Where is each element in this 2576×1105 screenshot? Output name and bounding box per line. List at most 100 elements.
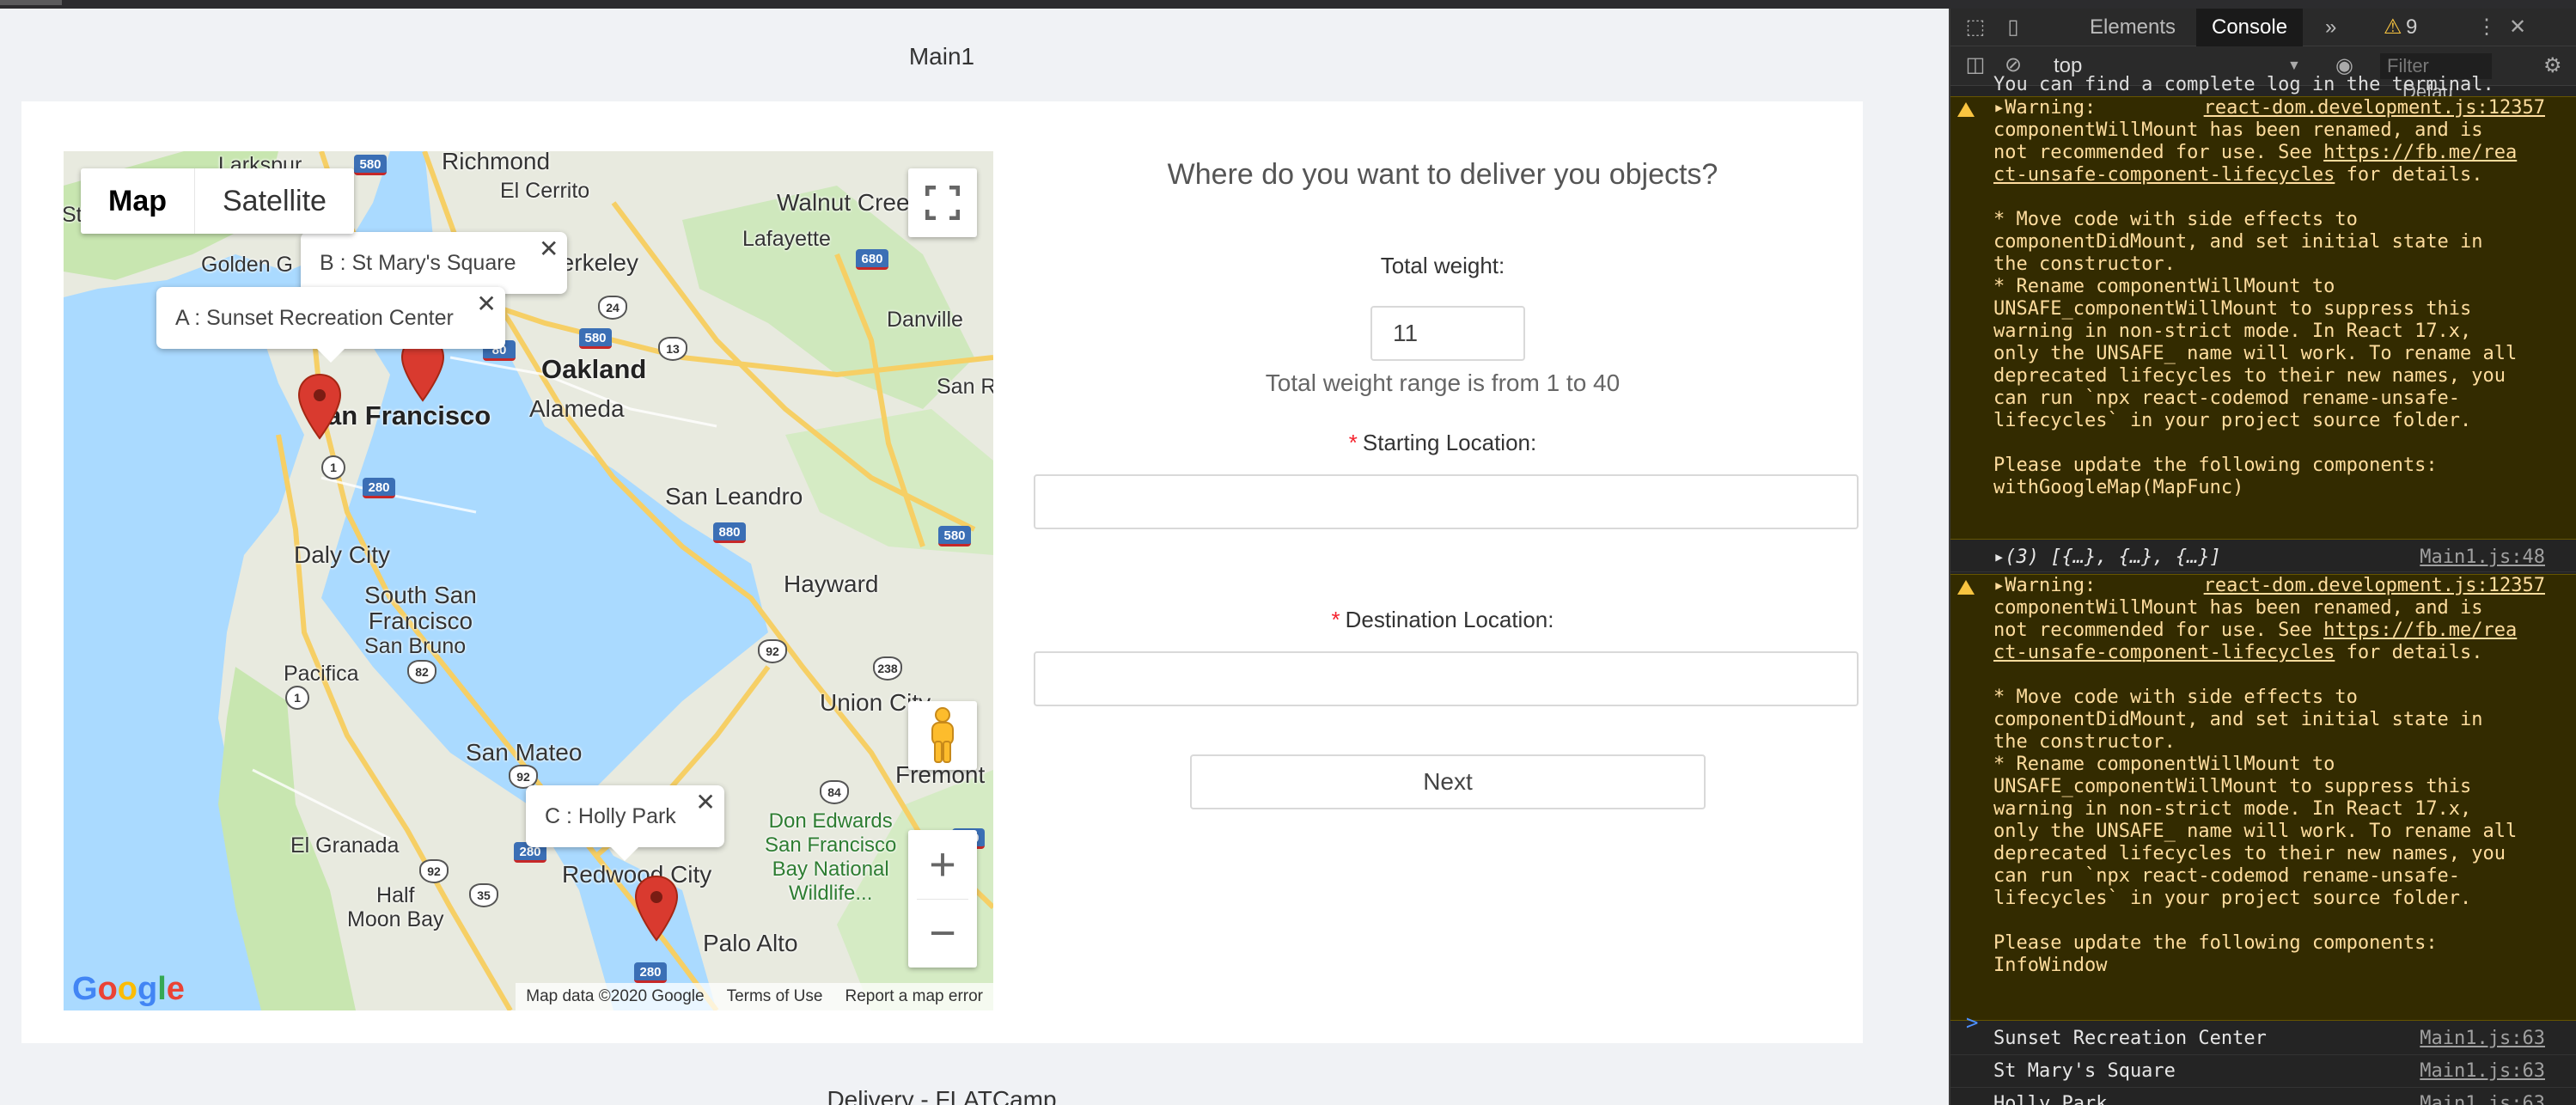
zoom-out-button[interactable]: − [908,900,977,968]
console-log-array[interactable]: ▸(3) [{…}, {…}, {…}] Main1.js:48 [1950,541,2576,572]
next-button[interactable]: Next [1190,754,1706,809]
destination-location-label: * Destination Location: [1027,607,1859,633]
source-link[interactable]: Main1.js:63 [2420,1060,2545,1083]
map-type-map-button[interactable]: Map [81,168,195,234]
console-output: You can find a complete log in the termi… [1950,74,2576,1105]
map-label-half-moon-bay: Half Moon Bay [347,883,444,931]
map-label-san-ramon: San Ra [937,375,993,399]
warning-body: ▸Warning: componentWillMount has been re… [1993,97,2517,499]
label-colon: : [1547,607,1554,632]
google-map[interactable]: Larkspur Richmond El Cerrito Walnut Cree… [64,151,993,1010]
map-label-palo-alto: Palo Alto [703,930,798,956]
total-weight-input[interactable]: 11 [1370,306,1525,361]
console-warning[interactable]: ▸Warning: componentWillMount has been re… [1950,574,2576,1021]
inspect-element-icon[interactable]: ⬚ [1963,15,1988,40]
required-mark: * [1348,430,1358,455]
expand-arrow-icon[interactable]: ▸ [1993,97,2005,119]
warning-count[interactable]: 9 [2406,9,2417,46]
weight-range-hint: Total weight range is from 1 to 40 [1265,369,1621,396]
console-log[interactable]: Holly Park Main1.js:63 [1950,1088,2576,1105]
warning-text: * Move code with side effects to compone… [1993,687,2518,976]
form-title: Where do you want to deliver you objects… [1167,158,1718,191]
console-log[interactable]: St Mary's Square Main1.js:63 [1950,1055,2576,1088]
tab-indicator [0,0,62,5]
highway-shield: 580 [354,155,387,175]
app-page: Main1 Larkspur Richmond El Cerrito Walnu… [0,9,1949,1105]
main-card: Larkspur Richmond El Cerrito Walnut Cree… [21,101,1863,1043]
highway-shield: 82 [407,660,436,684]
report-map-error-link[interactable]: Report a map error [845,983,983,1010]
destination-location-input[interactable] [1034,651,1859,706]
terms-of-use-link[interactable]: Terms of Use [727,983,823,1010]
devtools-panel: ⬚ ▯ Elements Console » ⚠ 9 ⋮ ✕ ◫ ⊘ top ▼… [1949,9,2576,1105]
device-toolbar-icon[interactable]: ▯ [2000,15,2026,40]
map-label-san-francisco: an Francisco [327,400,491,430]
highway-shield: 280 [634,962,667,983]
source-link[interactable]: Main1.js:63 [2420,1028,2545,1050]
tab-console[interactable]: Console [2196,9,2304,46]
close-icon[interactable]: ✕ [539,232,559,266]
map-label-san-leandro: San Leandro [665,483,803,510]
map-marker-a-icon[interactable] [297,373,342,440]
source-link[interactable]: Main1.js:48 [2420,546,2545,569]
console-prompt[interactable]: > [1966,1010,1978,1035]
map-type-satellite-button[interactable]: Satellite [195,168,354,234]
map-label-hayward: Hayward [784,571,879,597]
tab-elements[interactable]: Elements [2074,9,2191,46]
highway-shield: 84 [820,780,849,804]
kebab-menu-icon[interactable]: ⋮ [2476,9,2497,46]
close-icon[interactable]: ✕ [476,287,496,321]
more-tabs-button[interactable]: » [2318,9,2343,46]
source-link[interactable]: Main1.js:63 [2420,1093,2545,1105]
log-text: ▸(3) [{…}, {…}, {…}] [1993,546,2221,569]
label-text: Destination Location [1345,607,1548,632]
warning-prefix: Warning: [2005,575,2097,596]
zoom-in-button[interactable]: + [908,830,977,899]
expand-arrow-icon[interactable]: ▸ [1993,546,2005,568]
map-label-daly-city: Daly City [294,541,391,568]
highway-shield: 92 [758,639,787,663]
highway-shield: 580 [938,526,971,546]
map-label-alameda: Alameda [529,395,625,422]
info-window-label: A : Sunset Recreation Center [175,306,454,330]
map-marker-c-icon[interactable] [634,875,679,942]
label-colon: : [1499,253,1505,278]
map-label-san-mateo: San Mateo [466,739,583,766]
map-label-san-bruno: San Bruno [364,634,467,658]
warning-text: for details. [2335,164,2483,186]
sidebar-toggle-icon[interactable]: ◫ [1963,53,1988,77]
google-logo: Google [72,971,185,1007]
warning-body: ▸Warning: componentWillMount has been re… [1993,575,2517,977]
info-window-label: C : Holly Park [545,804,676,828]
highway-shield: 24 [598,296,627,320]
map-type-control: Map Satellite [81,168,354,234]
map-label-richmond: Richmond [442,151,551,174]
highway-shield: 680 [856,249,888,270]
highway-shield: 880 [713,522,746,543]
highway-shield: 35 [469,883,498,907]
label-colon: : [1530,430,1537,455]
source-link[interactable]: react-dom.development.js:12357 [2204,575,2545,597]
map-label-oakland: Oakland [541,354,647,384]
page-title: Main1 [908,43,975,70]
expand-arrow-icon[interactable]: ▸ [1993,575,2005,596]
map-label-el-granada: El Granada [290,833,400,858]
log-text: St Mary's Square [1993,1060,2176,1082]
fullscreen-button[interactable] [908,168,977,237]
log-text: Sunset Recreation Center [1993,1028,2267,1049]
close-devtools-icon[interactable]: ✕ [2509,9,2526,46]
street-view-pegman-button[interactable] [908,701,977,770]
plus-icon: + [929,838,956,890]
starting-location-input[interactable] [1034,474,1859,529]
info-window-b: B : St Mary's Square ✕ [301,232,568,308]
info-window-a: A : Sunset Recreation Center ✕ [156,287,505,363]
close-icon[interactable]: ✕ [695,785,715,820]
console-log[interactable]: Sunset Recreation Center Main1.js:63 [1950,1023,2576,1055]
highway-shield: 1 [321,455,345,479]
map-attribution: Map data ©2020 Google Terms of Use Repor… [516,983,993,1010]
source-link[interactable]: react-dom.development.js:12357 [2204,97,2545,119]
label-text: Starting Location [1362,430,1531,455]
zoom-control: + − [908,830,977,968]
console-warning[interactable]: ▸Warning: componentWillMount has been re… [1950,96,2576,540]
warning-icon[interactable]: ⚠ [2384,9,2402,46]
